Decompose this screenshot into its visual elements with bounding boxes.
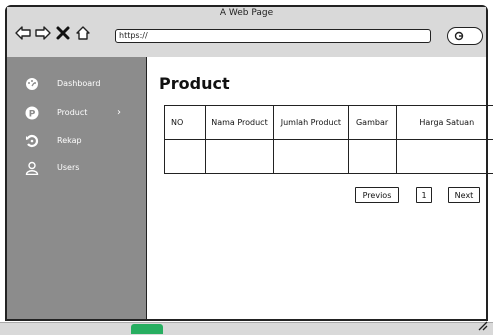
p-circle-icon: P: [25, 105, 39, 119]
sidebar-item-label: Product: [57, 108, 87, 117]
dashboard-gauge-icon: [25, 76, 39, 90]
sidebar-item-label: Dashboard: [57, 79, 100, 88]
table-cell: [274, 140, 348, 174]
column-header-jumlah-product: Jumlah Product: [274, 106, 348, 140]
search-icon: [454, 31, 464, 41]
sidebar: Dashboard P Product › Rekap Users: [7, 57, 147, 319]
sidebar-item-product[interactable]: P Product ›: [7, 102, 147, 122]
sidebar-item-dashboard[interactable]: Dashboard: [7, 73, 147, 93]
column-header-nama-product: Nama Product: [205, 106, 274, 140]
chevron-right-icon: ›: [117, 107, 121, 118]
home-icon[interactable]: [75, 25, 91, 41]
history-icon: [25, 133, 39, 147]
column-header-harga-satuan: Harga Satuan: [396, 106, 493, 140]
green-tab[interactable]: [131, 324, 163, 334]
sidebar-item-users[interactable]: Users: [7, 157, 147, 177]
sidebar-item-label: Users: [57, 163, 79, 172]
close-x-icon[interactable]: [55, 25, 71, 41]
sidebar-item-rekap[interactable]: Rekap: [7, 130, 147, 150]
status-bar: [0, 322, 493, 335]
url-text: https://: [119, 30, 148, 42]
sidebar-item-label: Rekap: [57, 136, 82, 145]
page-number-button[interactable]: 1: [416, 187, 432, 203]
window-title: A Web Page: [7, 8, 486, 18]
table-cell: [165, 140, 206, 174]
title-bar: A Web Page https://: [7, 7, 486, 59]
user-icon: [25, 160, 39, 174]
forward-arrow-icon[interactable]: [35, 25, 51, 41]
browser-window: A Web Page https:// Dashboard: [5, 5, 488, 321]
column-header-gambar: Gambar: [348, 106, 396, 140]
resize-grip-icon[interactable]: [476, 319, 488, 331]
back-arrow-icon[interactable]: [15, 25, 31, 41]
search-button[interactable]: [447, 27, 483, 45]
table-row: [165, 140, 493, 174]
table-header-row: NO Nama Product Jumlah Product Gambar Ha…: [165, 106, 493, 140]
product-table: NO Nama Product Jumlah Product Gambar Ha…: [164, 105, 493, 174]
url-input[interactable]: https://: [115, 29, 431, 43]
table-cell: [205, 140, 274, 174]
svg-text:P: P: [29, 110, 36, 120]
table-cell: [396, 140, 493, 174]
table-cell: [348, 140, 396, 174]
page-title: Product: [159, 74, 230, 93]
previous-page-button[interactable]: Previos: [355, 187, 399, 203]
column-header-no: NO: [165, 106, 206, 140]
next-page-button[interactable]: Next: [448, 187, 480, 203]
main-content: Product NO Nama Product Jumlah Product G…: [147, 57, 486, 319]
